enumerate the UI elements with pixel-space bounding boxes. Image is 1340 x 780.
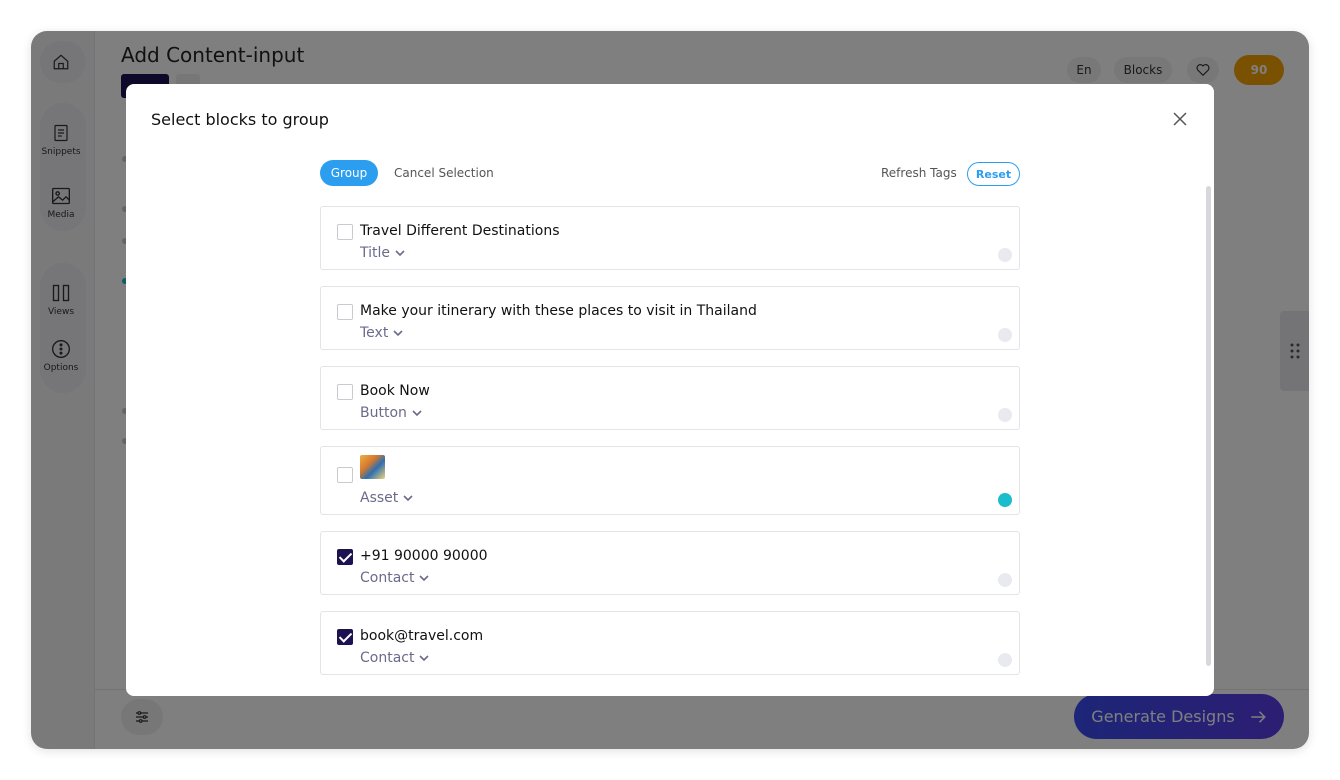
block-type-dropdown[interactable]: Contact bbox=[360, 650, 430, 666]
reset-button[interactable]: Reset bbox=[967, 162, 1020, 186]
modal-title: Select blocks to group bbox=[151, 110, 329, 129]
refresh-tags-button[interactable]: Refresh Tags bbox=[881, 166, 957, 180]
block-type-dropdown[interactable]: Contact bbox=[360, 570, 430, 586]
chevron-down-icon bbox=[419, 655, 430, 662]
cancel-selection-button[interactable]: Cancel Selection bbox=[394, 166, 494, 180]
group-button[interactable]: Group bbox=[320, 160, 378, 186]
block-type-label: Asset bbox=[360, 490, 399, 506]
close-icon bbox=[1173, 112, 1187, 126]
status-indicator bbox=[998, 328, 1012, 342]
block-row[interactable]: Book Now Button bbox=[320, 366, 1020, 430]
block-checkbox[interactable] bbox=[337, 467, 353, 483]
chevron-down-icon bbox=[419, 575, 430, 582]
block-row[interactable]: Make your itinerary with these places to… bbox=[320, 286, 1020, 350]
chevron-down-icon bbox=[403, 495, 413, 502]
block-type-label: Contact bbox=[360, 650, 415, 666]
block-row[interactable]: +91 90000 90000 Contact bbox=[320, 531, 1020, 595]
block-row[interactable]: Travel Different Destinations Title bbox=[320, 206, 1020, 270]
block-checkbox[interactable] bbox=[337, 549, 353, 565]
block-text: Travel Different Destinations bbox=[360, 223, 560, 239]
block-type-label: Button bbox=[360, 405, 407, 421]
status-indicator bbox=[998, 573, 1012, 587]
block-type-label: Text bbox=[360, 325, 389, 341]
block-text: Book Now bbox=[360, 383, 430, 399]
block-text: Make your itinerary with these places to… bbox=[360, 303, 757, 319]
asset-thumbnail bbox=[360, 455, 385, 479]
status-indicator bbox=[998, 248, 1012, 262]
chevron-down-icon bbox=[412, 410, 422, 417]
block-type-dropdown[interactable]: Asset bbox=[360, 490, 414, 506]
block-text: book@travel.com bbox=[360, 628, 484, 644]
block-checkbox[interactable] bbox=[337, 304, 353, 320]
block-type-label: Contact bbox=[360, 570, 415, 586]
block-row[interactable]: Asset bbox=[320, 446, 1020, 515]
scrollbar[interactable] bbox=[1206, 186, 1211, 666]
chevron-down-icon bbox=[393, 330, 403, 337]
block-type-label: Title bbox=[360, 245, 391, 261]
chevron-down-icon bbox=[395, 250, 405, 257]
close-button[interactable] bbox=[1170, 109, 1190, 129]
block-checkbox[interactable] bbox=[337, 224, 353, 240]
block-type-dropdown[interactable]: Button bbox=[360, 405, 423, 421]
status-indicator bbox=[998, 493, 1012, 507]
block-type-dropdown[interactable]: Text bbox=[360, 325, 404, 341]
status-indicator bbox=[998, 653, 1012, 667]
block-row[interactable]: book@travel.com Contact bbox=[320, 611, 1020, 675]
group-blocks-modal: Select blocks to group Group Cancel Sele… bbox=[126, 84, 1214, 696]
status-indicator bbox=[998, 408, 1012, 422]
block-text: +91 90000 90000 bbox=[360, 548, 488, 564]
block-checkbox[interactable] bbox=[337, 629, 353, 645]
block-checkbox[interactable] bbox=[337, 384, 353, 400]
block-type-dropdown[interactable]: Title bbox=[360, 245, 406, 261]
